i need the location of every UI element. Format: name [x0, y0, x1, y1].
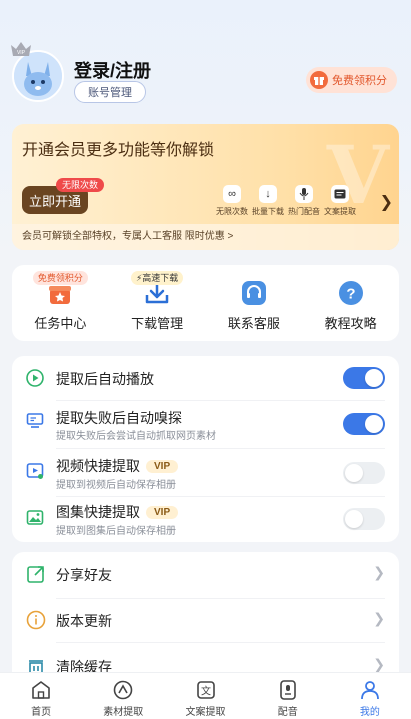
extract-icon	[113, 680, 133, 700]
tab-text-extract[interactable]: 文 文案提取	[164, 673, 246, 719]
grid-label: 教程攻略	[324, 316, 377, 331]
chevron-right-icon: ❯	[373, 564, 385, 580]
infinity-icon: ∞	[223, 185, 241, 203]
setting-sub: 提取失败后会尝试自动抓取网页素材	[56, 431, 216, 442]
auto-play-toggle[interactable]	[343, 367, 385, 389]
vip-feature-batch-download: ↓ 批量下载	[252, 185, 284, 217]
svg-text:VIP: VIP	[17, 50, 26, 56]
unlimited-badge: 无限次数	[56, 178, 105, 192]
feature-label: 无限次数	[216, 207, 248, 216]
tab-label: 素材提取	[103, 707, 144, 718]
vip-feature-text-extract: 文案提取	[324, 185, 356, 217]
chevron-right-icon: ❯	[373, 610, 385, 626]
image-icon	[26, 510, 44, 525]
divider	[56, 448, 385, 449]
version-update-row[interactable]: 版本更新 ❯	[12, 598, 399, 642]
grid-label: 任务中心	[34, 316, 87, 331]
vip-feature-dubbing: 热门配音	[288, 185, 320, 217]
settings-card: 提取后自动播放 提取失败后自动嗅探 提取失败后会尝试自动抓取网页素材 视频快捷提…	[12, 356, 399, 542]
vip-features: ∞ 无限次数 ↓ 批量下载 热门配音 文案提取	[216, 185, 356, 217]
tab-mine[interactable]: 我的	[329, 673, 411, 719]
tab-label: 首页	[31, 707, 52, 718]
tab-dubbing[interactable]: 配音	[247, 673, 329, 719]
setting-label-text: 视频快捷提取	[56, 458, 140, 474]
toggle-knob	[345, 510, 363, 528]
bottom-tab-bar: 首页 素材提取 文 文案提取 配音 我的	[0, 672, 411, 719]
grid-label: 联系客服	[227, 316, 280, 331]
monitor-icon	[26, 413, 44, 428]
feature-label: 批量下载	[252, 207, 284, 216]
tab-label: 我的	[359, 707, 380, 718]
vip-feature-unlimited: ∞ 无限次数	[216, 185, 248, 217]
info-icon	[26, 610, 46, 630]
svg-text:文: 文	[201, 685, 211, 698]
vip-card-title: 开通会员更多功能等你解锁	[22, 142, 215, 159]
quick-actions-card: 免费领积分 任务中心 ⚡高速下载 下载管理 联系客服 ? 教程攻略	[12, 265, 399, 341]
chevron-right-icon: ❯	[373, 656, 385, 672]
share-friends-row[interactable]: 分享好友 ❯	[12, 552, 399, 596]
chevron-right-icon[interactable]: ❯	[380, 192, 393, 212]
toggle-knob	[365, 369, 383, 387]
high-speed-badge: ⚡高速下载	[130, 271, 184, 285]
vip-tag: VIP	[146, 459, 179, 473]
video-quick-extract-setting: 视频快捷提取 VIP 提取到视频后自动保存相册	[12, 450, 399, 496]
video-icon	[26, 463, 44, 479]
free-points-button[interactable]: 免费领积分	[306, 67, 397, 93]
vip-promo-card[interactable]: V 开通会员更多功能等你解锁 立即开通 无限次数 ∞ 无限次数 ↓ 批量下载 热…	[12, 124, 399, 250]
toggle-knob	[365, 415, 383, 433]
user-icon	[361, 681, 379, 700]
setting-sub: 提取到视频后自动保存相册	[56, 480, 176, 491]
tab-label: 文案提取	[185, 707, 226, 718]
tab-home[interactable]: 首页	[0, 673, 82, 719]
help-icon: ?	[338, 281, 363, 305]
setting-label: 提取失败后自动嗅探	[56, 410, 182, 426]
setting-label: 提取后自动播放	[56, 371, 154, 387]
menu-label: 版本更新	[56, 613, 112, 629]
gift-icon	[310, 71, 328, 89]
auto-sniff-toggle[interactable]	[343, 413, 385, 435]
feature-label: 热门配音	[288, 207, 320, 216]
text-icon: 文	[196, 681, 215, 699]
toggle-knob	[345, 464, 363, 482]
free-points-label: 免费领积分	[332, 75, 387, 87]
document-icon	[331, 185, 349, 203]
login-register-link[interactable]: 登录/注册	[74, 57, 151, 83]
grid-label: 下载管理	[131, 316, 184, 331]
play-circle-icon	[26, 369, 44, 387]
download-manage-item[interactable]: ⚡高速下载 下载管理	[109, 265, 206, 341]
voice-icon	[279, 680, 296, 700]
free-points-badge: 免费领积分	[32, 271, 88, 285]
vip-tag: VIP	[146, 505, 179, 519]
menu-card: 分享好友 ❯ 版本更新 ❯ 清除缓存 ❯	[12, 552, 399, 682]
setting-label: 视频快捷提取 VIP	[56, 456, 179, 476]
task-center-item[interactable]: 免费领积分 任务中心	[12, 265, 109, 341]
setting-label: 图集快捷提取 VIP	[56, 502, 179, 522]
tutorial-item[interactable]: ? 教程攻略	[302, 265, 399, 341]
divider	[56, 642, 385, 643]
tab-material-extract[interactable]: 素材提取	[82, 673, 164, 719]
share-icon	[27, 566, 44, 583]
setting-sub: 提取到图集后自动保存相册	[56, 526, 176, 537]
auto-play-setting: 提取后自动播放	[12, 356, 399, 400]
microphone-icon	[295, 185, 313, 203]
headset-icon	[241, 281, 266, 305]
svg-text:?: ?	[346, 286, 355, 303]
video-quick-extract-toggle[interactable]	[343, 462, 385, 484]
auto-sniff-setting: 提取失败后自动嗅探 提取失败后会尝试自动抓取网页素材	[12, 400, 399, 448]
gallery-quick-extract-setting: 图集快捷提取 VIP 提取到图集后自动保存相册	[12, 496, 399, 542]
download-icon: ↓	[259, 185, 277, 203]
contact-support-item[interactable]: 联系客服	[206, 265, 303, 341]
tab-label: 配音	[277, 707, 298, 718]
setting-label-text: 图集快捷提取	[56, 504, 140, 520]
home-icon	[32, 681, 50, 699]
feature-label: 文案提取	[324, 207, 356, 216]
gallery-quick-extract-toggle[interactable]	[343, 508, 385, 530]
vip-benefit-text[interactable]: 会员可解锁全部特权，专属人工客服 限时优惠 >	[12, 224, 399, 250]
account-manage-button[interactable]: 账号管理	[74, 81, 146, 103]
menu-label: 分享好友	[56, 567, 112, 583]
vip-crown-icon: VIP	[10, 40, 32, 58]
